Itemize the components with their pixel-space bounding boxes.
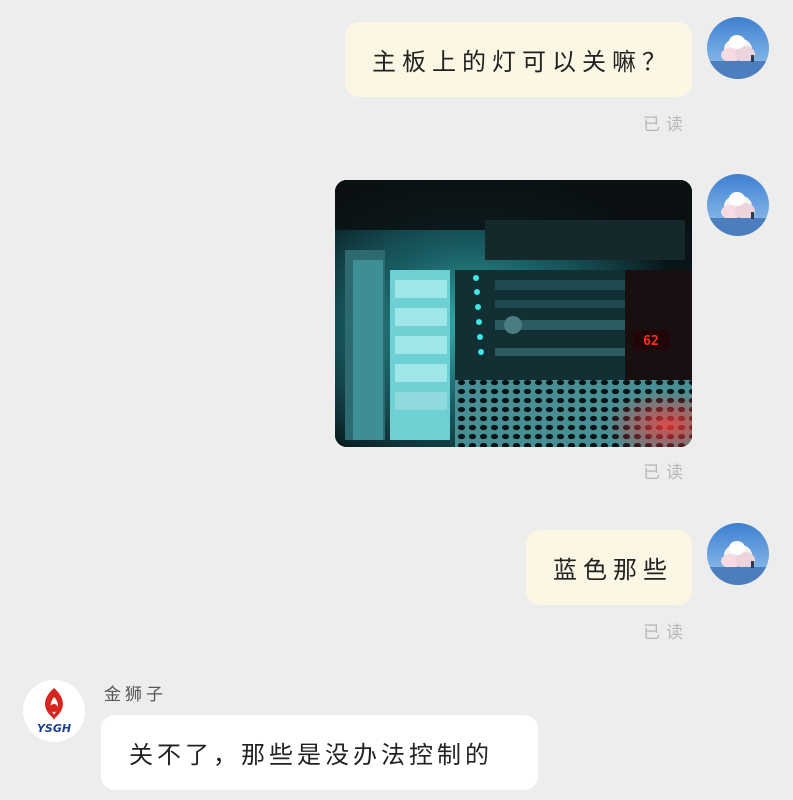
sender-avatar[interactable]: YSGH: [23, 680, 85, 742]
incoming-message-bubble[interactable]: 关不了，那些是没办法控制的: [101, 715, 538, 790]
message-text: 蓝色那些: [553, 556, 673, 584]
sky-cloud-avatar-image: [707, 523, 769, 585]
my-avatar[interactable]: [707, 523, 769, 585]
pcie-slot-brackets: [390, 270, 450, 440]
message-text: 关不了，那些是没办法控制的: [129, 741, 493, 769]
outgoing-message-bubble[interactable]: 主板上的灯可以关嘛？: [345, 22, 692, 97]
sender-name: 金狮子: [104, 685, 167, 705]
my-avatar[interactable]: [707, 174, 769, 236]
temperature-display-value: 62: [643, 334, 659, 349]
my-avatar[interactable]: [707, 17, 769, 79]
photo-message[interactable]: 62: [335, 180, 692, 447]
logo-lettering: YSGH: [37, 722, 71, 735]
pc-case-interior-photo: 62: [335, 180, 692, 447]
sky-cloud-avatar-image: [707, 17, 769, 79]
read-status: 已读: [643, 623, 689, 643]
message-text: 主板上的灯可以关嘛？: [372, 48, 672, 76]
flame-logo-icon: YSGH: [23, 680, 85, 742]
read-status: 已读: [643, 115, 689, 135]
read-status: 已读: [643, 463, 689, 483]
sky-cloud-avatar-image: [707, 174, 769, 236]
outgoing-message-bubble[interactable]: 蓝色那些: [526, 530, 692, 605]
